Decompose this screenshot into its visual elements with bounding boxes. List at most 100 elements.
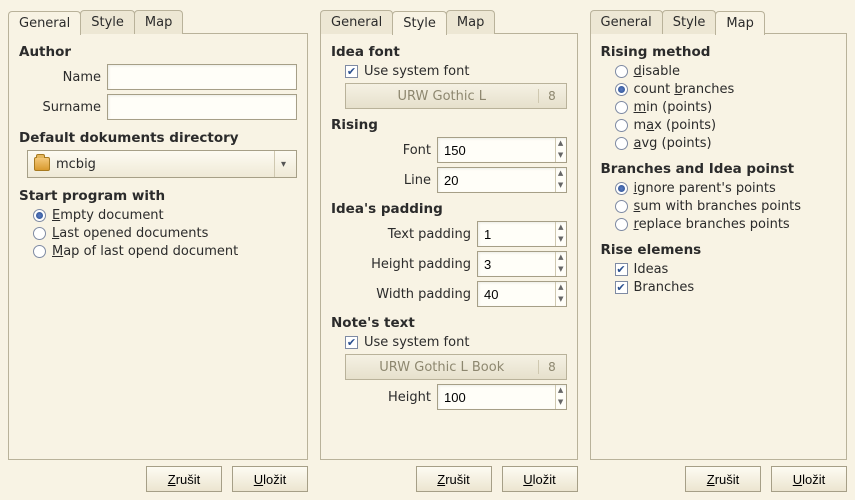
- radio-count-branches[interactable]: count branches: [615, 82, 837, 97]
- cancel-button[interactable]: Zrušit: [685, 466, 761, 492]
- rising-line-label: Line: [341, 173, 431, 188]
- radio-label: max (points): [634, 118, 717, 133]
- rising-line-spin[interactable]: ▲▼: [437, 167, 567, 193]
- tab-style[interactable]: Style: [662, 10, 717, 34]
- width-padding-label: Width padding: [341, 287, 471, 302]
- checkbox-label: Use system font: [364, 335, 469, 350]
- rising-method-heading: Rising method: [601, 44, 837, 60]
- radio-replace[interactable]: replace branches points: [615, 217, 837, 232]
- radio-icon: [33, 245, 46, 258]
- button-row: Zrušit Uložit: [8, 466, 308, 492]
- tab-general[interactable]: General: [320, 10, 393, 34]
- radio-icon: [33, 209, 46, 222]
- panel-map: General Style Map Rising method disable …: [590, 8, 848, 492]
- font-name: URW Gothic L Book: [346, 360, 538, 375]
- radio-empty-document[interactable]: Empty document: [33, 208, 297, 223]
- name-input[interactable]: [107, 64, 297, 90]
- panel-general: General Style Map Author Name Surname De…: [8, 8, 308, 492]
- note-font-picker-disabled: URW Gothic L Book 8: [345, 354, 567, 380]
- spin-arrows[interactable]: ▲▼: [555, 385, 566, 409]
- idea-font-heading: Idea font: [331, 44, 567, 60]
- spin-input[interactable]: [438, 138, 555, 162]
- tabbar: General Style Map: [590, 8, 848, 34]
- font-size: 8: [538, 360, 566, 374]
- spin-input[interactable]: [478, 252, 555, 276]
- note-height-spin[interactable]: ▲▼: [437, 384, 567, 410]
- panel-style: General Style Map Idea font Use system f…: [320, 8, 578, 492]
- tab-style[interactable]: Style: [80, 10, 135, 34]
- spin-arrows[interactable]: ▲▼: [555, 282, 565, 306]
- save-button[interactable]: Uložit: [771, 466, 847, 492]
- checkbox-icon: [615, 281, 628, 294]
- tab-body-style: Idea font Use system font URW Gothic L 8…: [320, 33, 578, 460]
- surname-input[interactable]: [107, 94, 297, 120]
- tab-style[interactable]: Style: [392, 11, 447, 35]
- radio-icon: [33, 227, 46, 240]
- tab-body-general: Author Name Surname Default dokuments di…: [8, 33, 308, 460]
- button-row: Zrušit Uložit: [590, 466, 848, 492]
- checkbox-label: Ideas: [634, 262, 669, 277]
- rising-font-label: Font: [341, 143, 431, 158]
- radio-map-last[interactable]: Map of last opend document: [33, 244, 297, 259]
- radio-label: avg (points): [634, 136, 712, 151]
- tab-body-map: Rising method disable count branches min…: [590, 33, 848, 460]
- branches-heading: Branches and Idea poinst: [601, 161, 837, 177]
- radio-max[interactable]: max (points): [615, 118, 837, 133]
- save-button[interactable]: Uložit: [502, 466, 578, 492]
- spin-input[interactable]: [438, 385, 555, 409]
- cancel-button[interactable]: Zrušit: [416, 466, 492, 492]
- directory-value: mcbig: [56, 157, 268, 172]
- radio-label: sum with branches points: [634, 199, 802, 214]
- radio-label: Map of last opend document: [52, 244, 238, 259]
- start-heading: Start program with: [19, 188, 297, 204]
- height-padding-label: Height padding: [341, 257, 471, 272]
- font-size: 8: [538, 89, 566, 103]
- radio-label: Empty document: [52, 208, 164, 223]
- radio-icon: [615, 137, 628, 150]
- spin-input[interactable]: [478, 222, 555, 246]
- radio-ignore[interactable]: ignore parent's points: [615, 181, 837, 196]
- radio-min[interactable]: min (points): [615, 100, 837, 115]
- checkbox-icon: [615, 263, 628, 276]
- check-ideas[interactable]: Ideas: [615, 262, 837, 277]
- tab-map[interactable]: Map: [134, 10, 183, 34]
- button-row: Zrušit Uložit: [320, 466, 578, 492]
- tab-general[interactable]: General: [8, 11, 81, 35]
- author-heading: Author: [19, 44, 297, 60]
- use-system-font-check[interactable]: Use system font: [345, 64, 567, 79]
- rise-elements-heading: Rise elemens: [601, 242, 837, 258]
- text-padding-spin[interactable]: ▲▼: [477, 221, 567, 247]
- cancel-button[interactable]: Zrušit: [146, 466, 222, 492]
- radio-label: min (points): [634, 100, 713, 115]
- tab-map[interactable]: Map: [446, 10, 495, 34]
- spin-arrows[interactable]: ▲▼: [555, 168, 566, 192]
- spin-arrows[interactable]: ▲▼: [555, 252, 565, 276]
- radio-avg[interactable]: avg (points): [615, 136, 837, 151]
- spin-input[interactable]: [438, 168, 555, 192]
- directory-select[interactable]: mcbig ▾: [27, 150, 297, 178]
- rising-font-spin[interactable]: ▲▼: [437, 137, 567, 163]
- font-picker-disabled: URW Gothic L 8: [345, 83, 567, 109]
- name-label: Name: [29, 70, 101, 85]
- spin-arrows[interactable]: ▲▼: [555, 138, 566, 162]
- tab-general[interactable]: General: [590, 10, 663, 34]
- note-use-system-font-check[interactable]: Use system font: [345, 335, 567, 350]
- width-padding-spin[interactable]: ▲▼: [477, 281, 567, 307]
- spin-input[interactable]: [478, 282, 555, 306]
- radio-sum[interactable]: sum with branches points: [615, 199, 837, 214]
- checkbox-label: Branches: [634, 280, 695, 295]
- height-padding-spin[interactable]: ▲▼: [477, 251, 567, 277]
- radio-disable[interactable]: disable: [615, 64, 837, 79]
- tabbar: General Style Map: [320, 8, 578, 34]
- radio-last-opened[interactable]: Last opened documents: [33, 226, 297, 241]
- surname-label: Surname: [29, 100, 101, 115]
- radio-label: count branches: [634, 82, 735, 97]
- save-button[interactable]: Uložit: [232, 466, 308, 492]
- note-heading: Note's text: [331, 315, 567, 331]
- checkbox-label: Use system font: [364, 64, 469, 79]
- folder-icon: [34, 157, 50, 171]
- check-branches[interactable]: Branches: [615, 280, 837, 295]
- radio-icon: [615, 119, 628, 132]
- spin-arrows[interactable]: ▲▼: [555, 222, 565, 246]
- tab-map[interactable]: Map: [715, 11, 764, 35]
